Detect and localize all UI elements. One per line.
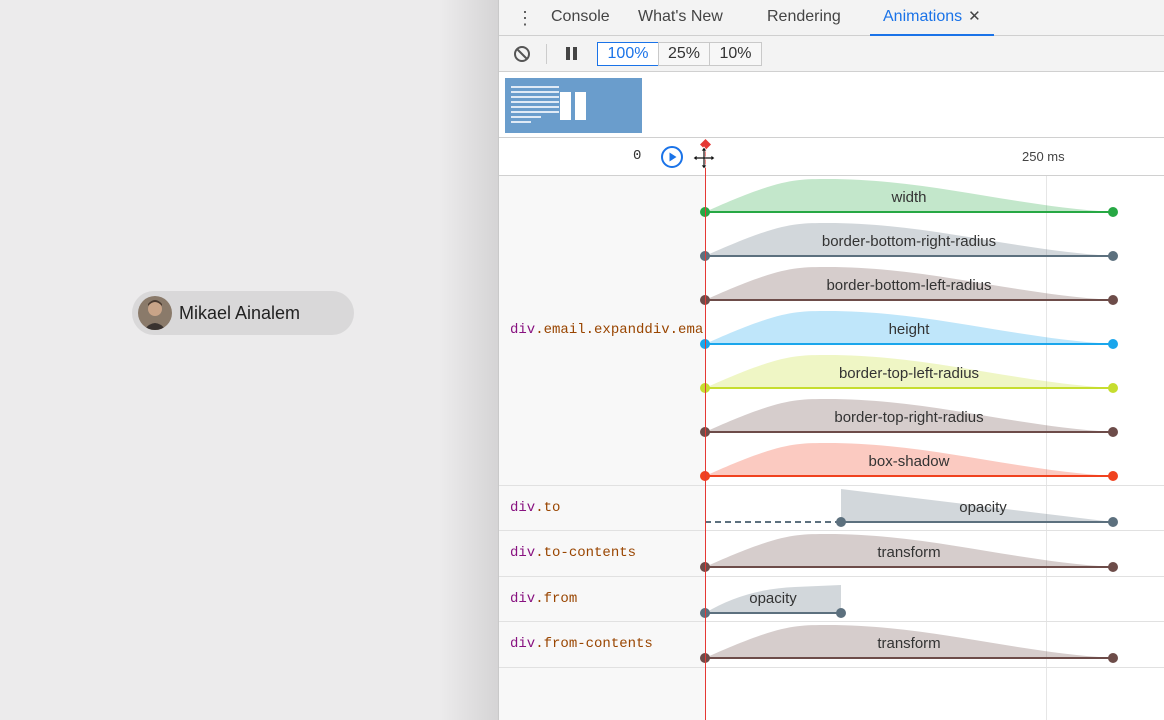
animation-timeline: width border-bottom-right-radius border-bo…: [700, 179, 1118, 663]
tab-rendering[interactable]: Rendering: [767, 0, 841, 36]
animation-end-keyframe: [1108, 471, 1118, 481]
animation-name: border-bottom-right-radius: [822, 233, 996, 250]
animation-name: height: [889, 321, 931, 338]
tab-animations[interactable]: Animations ✕: [870, 0, 994, 36]
animation-end-keyframe: [1108, 383, 1118, 393]
pause-all-icon[interactable]: [565, 47, 579, 61]
animation-name: width: [890, 189, 926, 206]
timeline-header: 0 250 ms: [499, 138, 1164, 176]
replay-icon[interactable]: [660, 145, 684, 169]
animation-name: border-top-left-radius: [839, 365, 979, 382]
speed-100-button[interactable]: 100%: [597, 42, 659, 66]
animation-group-preview[interactable]: [505, 78, 642, 133]
page-shadow: [440, 0, 500, 720]
speed-25-button[interactable]: 25%: [658, 42, 710, 66]
animation-end-keyframe: [1108, 427, 1118, 437]
animation-name: opacity: [749, 590, 797, 607]
animation-name: opacity: [959, 499, 1007, 516]
contact-name: Mikael Ainalem: [179, 302, 301, 323]
avatar: [138, 296, 172, 330]
animation-name: border-bottom-left-radius: [826, 277, 991, 294]
devtools-panel: ⋮ Console What's New Rendering Animation…: [498, 0, 1164, 720]
clear-all-icon[interactable]: [513, 45, 531, 63]
animation-end-keyframe: [1108, 251, 1118, 261]
animation-end-keyframe: [1108, 653, 1118, 663]
animation-end-keyframe: [1108, 562, 1118, 572]
close-icon[interactable]: ✕: [968, 8, 981, 25]
animations-toolbar: 100% 25% 10%: [499, 36, 1164, 72]
animation-name: box-shadow: [869, 453, 950, 470]
contact-chip[interactable]: Mikael Ainalem: [132, 291, 354, 335]
animation-end-keyframe: [1108, 295, 1118, 305]
playhead[interactable]: [705, 146, 706, 720]
tab-console[interactable]: Console: [551, 0, 610, 36]
animation-end-keyframe: [1108, 207, 1118, 217]
animation-name: border-top-right-radius: [834, 409, 983, 426]
animation-end-keyframe: [836, 608, 846, 618]
animation-end-keyframe: [1108, 517, 1118, 527]
toolbar-divider: [546, 44, 547, 64]
timeline-tick-label: 250 ms: [1022, 149, 1065, 164]
animation-groups: [499, 72, 1164, 138]
speed-10-button[interactable]: 10%: [709, 42, 762, 66]
tab-bar: ⋮ Console What's New Rendering Animation…: [499, 0, 1164, 36]
animation-name: transform: [877, 544, 940, 561]
move-cursor-icon: [692, 146, 716, 170]
animation-end-keyframe: [1108, 339, 1118, 349]
animation-rows: div.email.expanddiv.email.expand div.to …: [499, 176, 1164, 720]
timeline-start-label: 0: [633, 148, 642, 164]
tab-whats-new[interactable]: What's New: [638, 0, 723, 36]
inspected-page: Mikael Ainalem: [0, 0, 500, 720]
animation-start-keyframe: [836, 517, 846, 527]
more-options-icon[interactable]: ⋮: [516, 8, 534, 28]
animation-name: transform: [877, 635, 940, 652]
